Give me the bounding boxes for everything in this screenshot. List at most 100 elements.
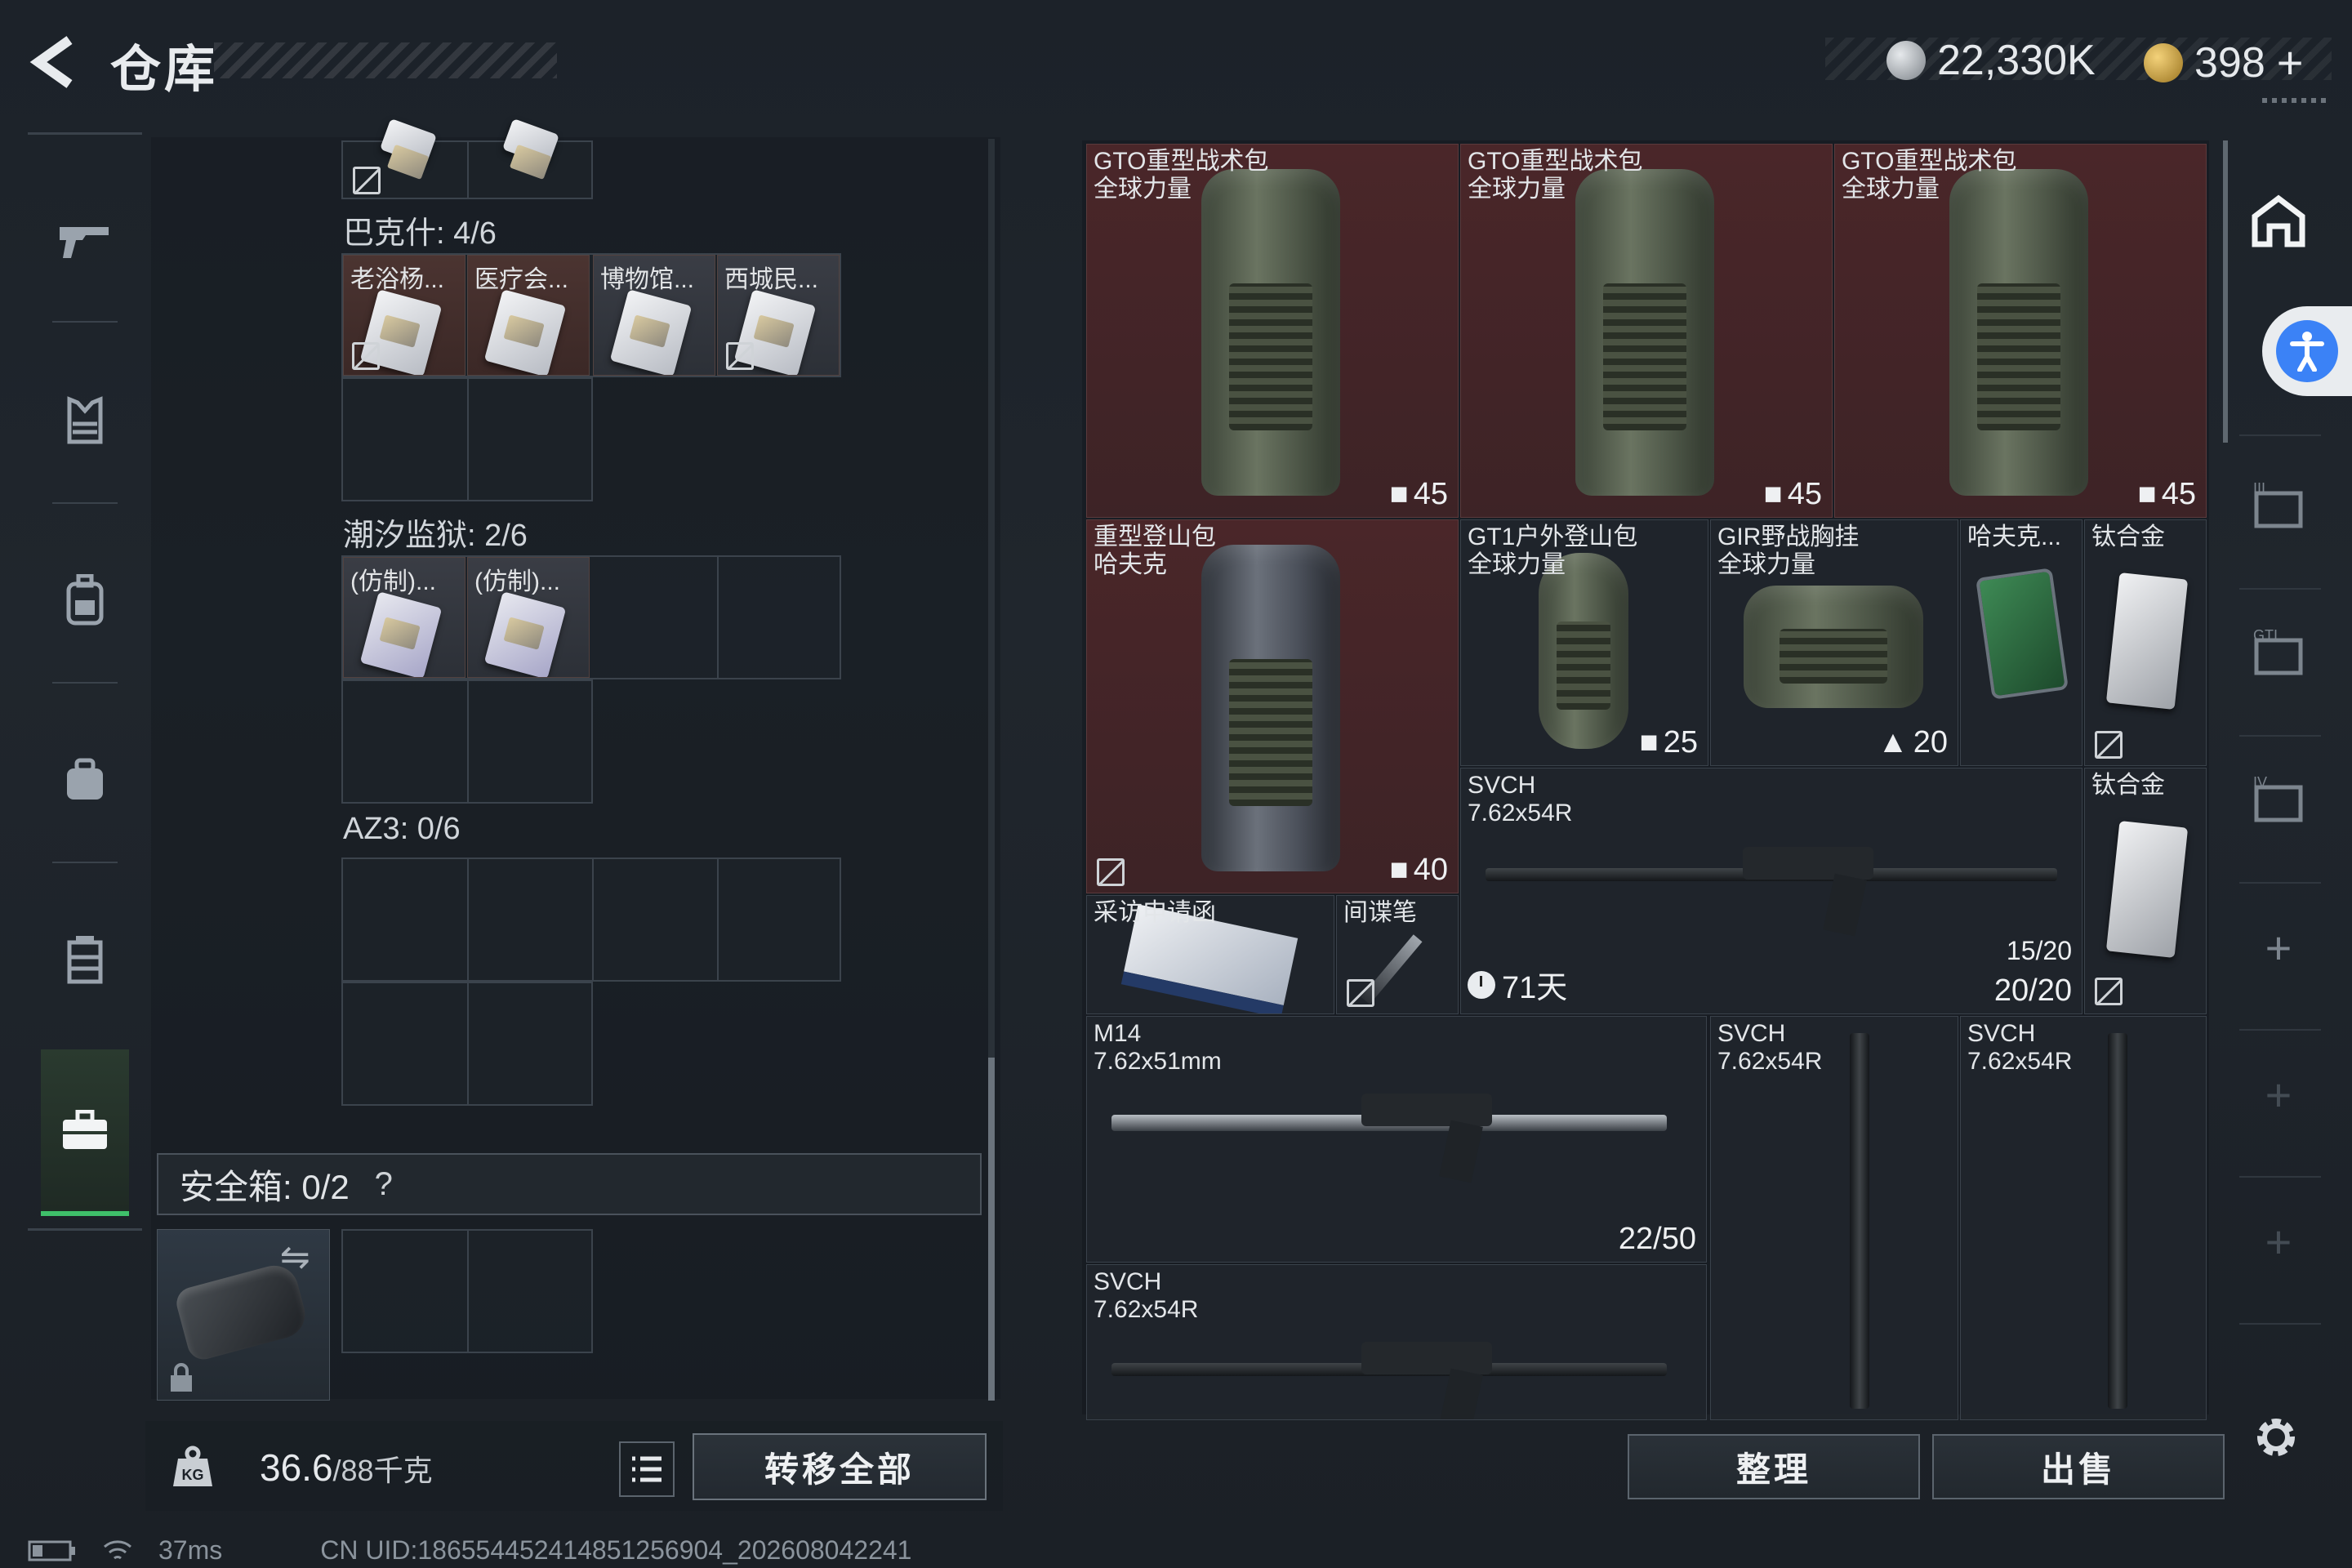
- currency-premium[interactable]: 398 +: [2144, 36, 2303, 89]
- back-arrow-icon: [29, 36, 73, 88]
- swap-icon[interactable]: ⇋: [280, 1236, 310, 1278]
- title-decoration: [214, 42, 557, 78]
- stash-item-armor-plate[interactable]: 钛合金: [2084, 768, 2207, 1014]
- stash-item-rifle[interactable]: SVCH 7.62x54R: [1086, 1264, 1707, 1420]
- capacity-badge: ■ 25: [1640, 725, 1698, 760]
- item-name: SVCH: [1717, 1020, 1786, 1047]
- list-view-button[interactable]: [619, 1441, 675, 1497]
- add-tab-button[interactable]: +: [2247, 916, 2310, 978]
- side-tab-4[interactable]: GTI: [2247, 622, 2310, 684]
- item-name: GT1户外登山包: [1468, 523, 1638, 550]
- stash-item-backpack[interactable]: GT1户外登山包 全球力量 ■ 25: [1460, 519, 1708, 766]
- stash-item-case[interactable]: 哈夫克...: [1960, 519, 2082, 766]
- stash-item-document[interactable]: 采访申请函: [1086, 895, 1334, 1014]
- stash-item-backpack[interactable]: 重型登山包 哈夫克 ■ 40: [1086, 519, 1459, 893]
- keycard-item[interactable]: (仿制)...: [467, 557, 590, 678]
- settings-button[interactable]: [2247, 1409, 2305, 1466]
- stash-item-rifle[interactable]: M14 7.62x51mm 22/50: [1086, 1016, 1707, 1263]
- side-tab-5[interactable]: IV: [2247, 769, 2310, 831]
- header-deco-dots: [2262, 98, 2328, 103]
- capacity-value: 45: [2161, 477, 2196, 511]
- no-insurance-icon: [2095, 978, 2123, 1005]
- back-button[interactable]: [24, 29, 82, 95]
- safebox-label: 安全箱: 0/2: [180, 1167, 350, 1206]
- item-label: 医疗会...: [474, 266, 569, 293]
- section-label: AZ3: 0/6: [343, 812, 461, 846]
- stash-item-chest-rig[interactable]: GIR野战胸挂 全球力量 ▲ 20: [1710, 519, 1958, 766]
- nav-weapons[interactable]: [28, 151, 142, 331]
- card-item-partial[interactable]: [379, 118, 438, 167]
- stash-item-armor-plate[interactable]: 钛合金: [2084, 519, 2207, 766]
- nav-toolbox[interactable]: [41, 1049, 129, 1216]
- coin-icon: [1886, 41, 1926, 80]
- svg-text:IV: IV: [2253, 776, 2267, 791]
- card-item-partial[interactable]: [501, 118, 560, 167]
- nav-armor[interactable]: [28, 331, 142, 510]
- keycard-item[interactable]: 医疗会...: [467, 255, 590, 376]
- nav-backpack[interactable]: [28, 510, 142, 690]
- list-icon: [632, 1456, 662, 1482]
- warehouse-icon: [2252, 194, 2305, 247]
- stash-item-rifle[interactable]: SVCH 7.62x54R 15/20 20/20 71天: [1460, 768, 2082, 1014]
- item-name: 间谍笔: [1343, 899, 1417, 926]
- transfer-all-button[interactable]: 转移全部: [693, 1433, 987, 1500]
- item-brand: 全球力量: [1717, 551, 1815, 578]
- item-name: M14: [1094, 1020, 1142, 1047]
- side-tab-stash[interactable]: [2247, 189, 2310, 252]
- backpack-small-icon: ■: [1763, 477, 1783, 511]
- page-title: 仓库: [110, 42, 219, 98]
- item-caliber: 7.62x51mm: [1094, 1048, 1222, 1075]
- side-tab-3[interactable]: III: [2247, 475, 2310, 537]
- stash-item-backpack[interactable]: GTO重型战术包 全球力量 ■ 45: [1834, 144, 2207, 518]
- keycard-item[interactable]: 博物馆...: [593, 255, 715, 376]
- backpack-small-icon: ■: [1639, 725, 1659, 760]
- item-name: GIR野战胸挂: [1717, 523, 1860, 550]
- no-insurance-icon: [1347, 979, 1374, 1007]
- item-label: 博物馆...: [600, 266, 695, 293]
- storage-grid-section-3-extra[interactable]: [341, 982, 593, 1106]
- stash-item-rifle[interactable]: SVCH 7.62x54R: [1710, 1016, 1958, 1420]
- help-button[interactable]: ?: [366, 1166, 402, 1202]
- add-currency-button[interactable]: +: [2277, 36, 2304, 89]
- item-name: 采访申请函: [1094, 899, 1216, 926]
- capacity-badge: ■ 45: [1390, 477, 1448, 512]
- safebox-grid[interactable]: [341, 1229, 593, 1353]
- accessibility-button[interactable]: [2262, 306, 2352, 396]
- svg-text:III: III: [2253, 482, 2265, 497]
- storage-grid-section-3[interactable]: [341, 858, 841, 982]
- currency-coins[interactable]: 22,330K: [1886, 36, 2096, 85]
- item-name: 哈夫克...: [1967, 523, 2062, 550]
- capacity-badge: ■ 45: [2138, 477, 2196, 512]
- keycard-item[interactable]: 老浴杨...: [343, 255, 466, 376]
- rental-timer: 71天: [1468, 962, 1567, 1007]
- currency-premium-value: 398: [2194, 38, 2265, 87]
- stash-item-spy-pen[interactable]: 间谍笔: [1336, 895, 1459, 1014]
- sort-button[interactable]: 整理: [1628, 1434, 1920, 1499]
- item-brand: 全球力量: [1094, 176, 1192, 203]
- stash-item-rifle[interactable]: SVCH 7.62x54R: [1960, 1016, 2207, 1420]
- nav-chest-rig[interactable]: [28, 690, 142, 870]
- weight-value: 36.6: [260, 1446, 333, 1489]
- safebox-case[interactable]: ⇋: [157, 1229, 330, 1401]
- item-caliber: 7.62x54R: [1717, 1048, 1823, 1075]
- keycard-item[interactable]: (仿制)...: [343, 557, 466, 678]
- backpack-icon: [66, 574, 104, 626]
- sell-button[interactable]: 出售: [1932, 1434, 2225, 1499]
- stash-item-backpack[interactable]: GTO重型战术包 全球力量 ■ 45: [1460, 144, 1833, 518]
- weight-icon: KG: [173, 1446, 212, 1486]
- item-name: 钛合金: [2091, 772, 2165, 799]
- vest-small-icon: ▲: [1878, 725, 1909, 760]
- capacity-badge: ▲ 20: [1878, 725, 1948, 760]
- stash-item-backpack[interactable]: GTO重型战术包 全球力量 ■ 45: [1086, 144, 1459, 518]
- ping-text: 37ms: [158, 1535, 223, 1565]
- keycard-item[interactable]: 西城民...: [717, 255, 840, 376]
- left-nav: [28, 132, 142, 1231]
- vest-icon: [67, 396, 103, 444]
- item-label: 老浴杨...: [350, 266, 445, 293]
- ammo-count: 20/20: [1993, 973, 2072, 1008]
- premium-coin-icon: [2144, 42, 2183, 82]
- accessibility-icon: [2276, 320, 2338, 382]
- storage-scroll-thumb[interactable]: [988, 1058, 995, 1401]
- stash-scrollbar[interactable]: [2223, 140, 2228, 443]
- nav-container[interactable]: [28, 870, 142, 1049]
